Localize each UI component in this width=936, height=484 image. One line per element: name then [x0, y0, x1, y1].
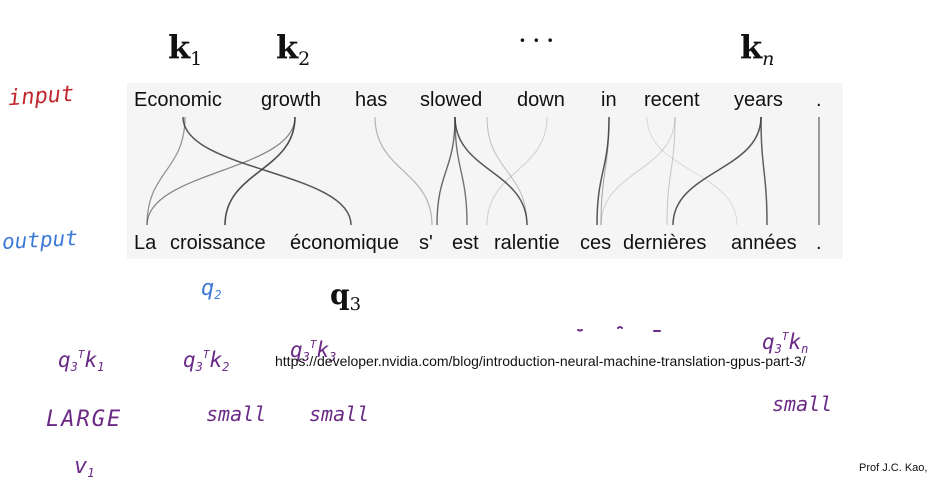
query-label-q3: q3 [330, 278, 362, 315]
small-label: small [206, 402, 267, 426]
key-label-k2: k2 [276, 28, 311, 70]
input-word: down [517, 89, 565, 111]
input-label: input [7, 81, 76, 112]
input-word: recent [644, 89, 700, 111]
output-word: . [816, 232, 822, 254]
input-word: slowed [420, 89, 483, 111]
dot-mark [617, 326, 623, 329]
key-label-kn: kn [740, 28, 775, 70]
key-label-k1: k1 [168, 28, 203, 70]
output-word: ces [580, 232, 612, 254]
input-word: in [601, 89, 617, 111]
small-label: small [309, 402, 370, 426]
credit: Prof J.C. Kao, [859, 462, 928, 474]
q2-label: q2 [201, 276, 222, 302]
alignment-curve [146, 116, 296, 226]
large-label: LARGE [46, 407, 123, 432]
output-word: est [452, 232, 479, 254]
input-word: growth [261, 89, 322, 111]
score-q3-k2: q3Tk2 [183, 348, 230, 374]
v1-label: v1 [74, 454, 95, 480]
input-word: . [816, 89, 822, 111]
source-url[interactable]: https://developer.nvidia.com/blog/introd… [275, 353, 806, 369]
handwritten-dots [577, 326, 661, 332]
alignment-curve [672, 116, 762, 226]
output-label: output [1, 226, 79, 254]
output-word: économique [290, 232, 399, 254]
input-word: Economic [134, 89, 222, 111]
alignment-curve [374, 116, 433, 226]
alignment-curve [666, 116, 676, 226]
output-word: s' [419, 232, 433, 254]
score-q3-k1: q3Tk1 [58, 348, 105, 374]
dot-mark [577, 329, 583, 332]
alignment-curve [600, 116, 610, 226]
input-word: years [734, 89, 783, 111]
alignment-curve [486, 116, 548, 226]
alignment-curve [224, 116, 296, 226]
small-label: small [772, 392, 833, 416]
alignment-curve [600, 116, 676, 226]
output-word: croissance [170, 232, 266, 254]
alignment-curve [182, 116, 352, 226]
ellipsis: ··· [518, 24, 560, 57]
output-word: ralentie [494, 232, 560, 254]
output-word: dernières [623, 232, 707, 254]
alignment-curve [436, 116, 456, 226]
alignment-curve [646, 116, 738, 226]
output-word: années [731, 232, 797, 254]
input-word: has [355, 89, 388, 111]
alignment-curve [454, 116, 528, 226]
alignment-curve [596, 116, 610, 226]
alignment-curve [486, 116, 528, 226]
alignment-curve [760, 116, 768, 226]
output-word: La [134, 232, 157, 254]
